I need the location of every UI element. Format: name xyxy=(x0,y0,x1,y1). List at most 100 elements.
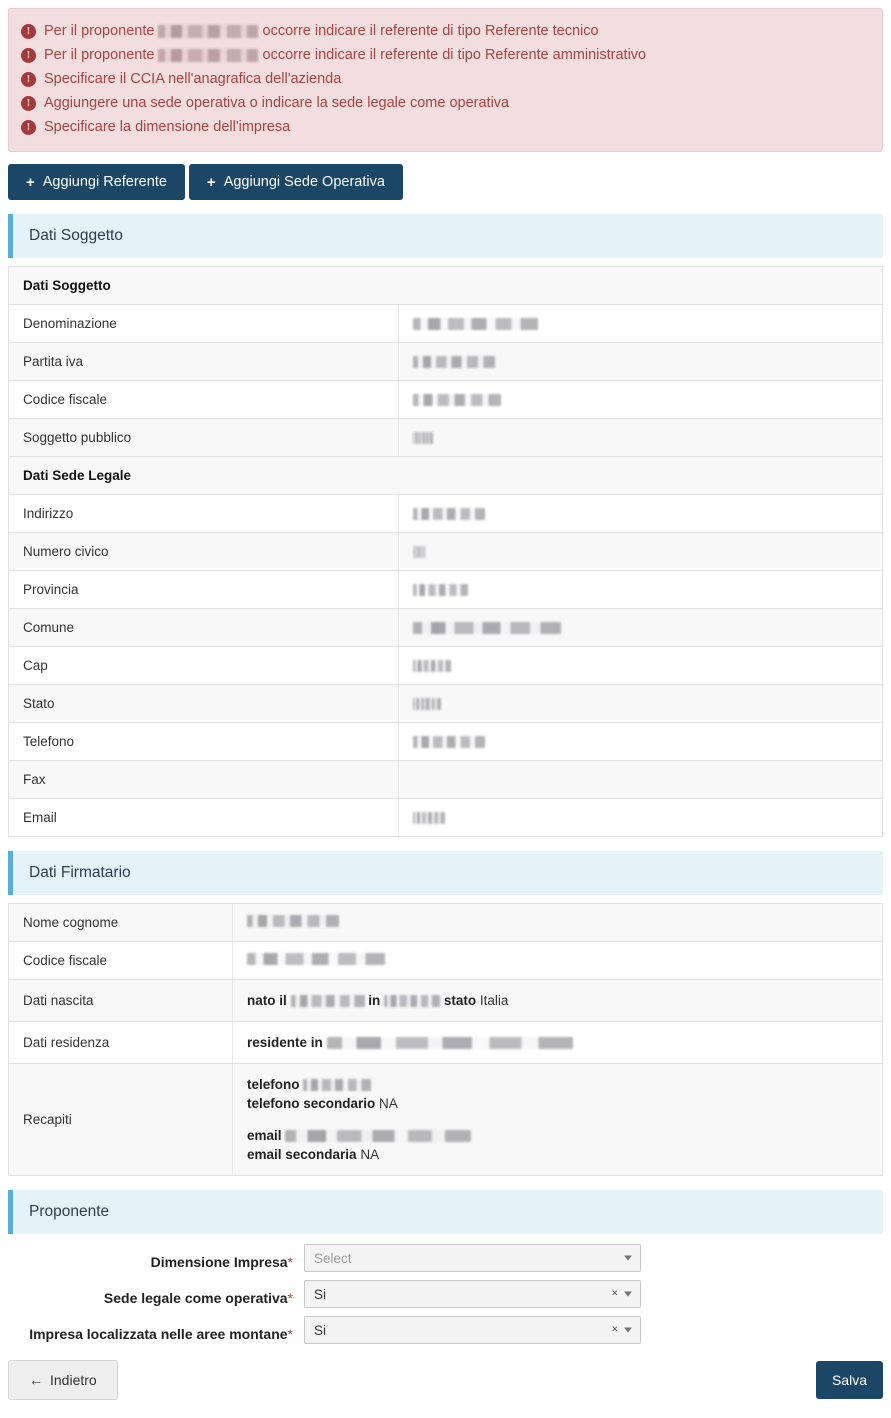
add-referente-label: Aggiungi Referente xyxy=(42,174,167,190)
table-row: Fax xyxy=(9,761,882,799)
kv-key: telefono xyxy=(247,1077,300,1092)
redacted-value xyxy=(413,583,468,596)
chevron-down-icon xyxy=(624,1327,632,1333)
redacted-phone xyxy=(303,1079,372,1092)
save-button-label: Salva xyxy=(831,1372,867,1388)
table-row: Soggetto pubblico xyxy=(9,419,882,457)
kv-key: telefono secondario xyxy=(247,1096,376,1111)
action-toolbar: + Aggiungi Referente + Aggiungi Sede Ope… xyxy=(8,164,883,200)
section-header-dati-firmatario: Dati Firmatario xyxy=(8,851,883,895)
sede-legale-come-operativa-select[interactable]: Si × xyxy=(304,1280,641,1308)
add-sede-operativa-button[interactable]: + Aggiungi Sede Operativa xyxy=(188,164,403,200)
alert-text: Specificare la dimensione dell'impresa xyxy=(44,119,291,135)
section-title: Dati Firmatario xyxy=(29,864,131,881)
alert-text-before: Per il proponente xyxy=(44,47,155,63)
plus-icon: + xyxy=(206,173,216,191)
alert-text-before: Per il proponente xyxy=(44,23,155,39)
table-row: Codice fiscale xyxy=(9,381,882,419)
dimensione-impresa-select[interactable]: Select xyxy=(304,1244,641,1272)
row-value xyxy=(399,419,882,456)
row-value xyxy=(399,609,882,646)
validation-message: ! Per il proponente occorre indicare il … xyxy=(21,43,870,67)
kv-key: email secondaria xyxy=(247,1147,357,1162)
alert-text: Specificare il CCIA nell'anagrafica dell… xyxy=(44,71,342,87)
clear-icon[interactable]: × xyxy=(612,1288,618,1300)
validation-message: ! Per il proponente occorre indicare il … xyxy=(21,19,870,43)
save-button[interactable]: Salva xyxy=(815,1361,883,1399)
table-group-heading: Dati Sede Legale xyxy=(9,457,882,495)
clear-icon[interactable]: × xyxy=(612,1324,618,1336)
table-row: Email xyxy=(9,799,882,837)
table-row: Provincia xyxy=(9,571,882,609)
table-row: Telefono xyxy=(9,723,882,761)
form-row-sede-legale-come-operativa: Sede legale come operativa* Si × xyxy=(8,1280,883,1308)
recapiti-telefono-secondario: telefono secondario NA xyxy=(247,1094,398,1113)
row-label: Codice fiscale xyxy=(9,381,399,418)
table-row: Comune xyxy=(9,609,882,647)
row-value xyxy=(399,761,882,798)
dati-residenza-value: residente in xyxy=(247,1033,573,1052)
field-label: Sede legale come operativa* xyxy=(103,1290,293,1306)
add-referente-button[interactable]: + Aggiungi Referente xyxy=(8,164,185,200)
validation-message: ! Specificare il CCIA nell'anagrafica de… xyxy=(21,67,870,91)
redacted-birth-date xyxy=(290,995,365,1008)
validation-message: ! Specificare la dimensione dell'impresa xyxy=(21,115,870,139)
kv-key: residente in xyxy=(247,1035,323,1050)
redacted-proponente-name xyxy=(158,24,259,38)
redacted-value xyxy=(413,621,561,634)
row-label: Comune xyxy=(9,609,399,646)
back-button-label: Indietro xyxy=(50,1372,97,1388)
exclamation-circle-icon: ! xyxy=(21,72,36,87)
arrow-left-icon: ← xyxy=(29,1372,43,1388)
table-row: Stato xyxy=(9,685,882,723)
redacted-value xyxy=(413,431,433,444)
kv-value: NA xyxy=(379,1096,398,1111)
row-label: Telefono xyxy=(9,723,399,760)
row-value xyxy=(399,533,882,570)
row-value xyxy=(399,685,882,722)
row-label: Stato xyxy=(9,685,399,722)
row-label: Fax xyxy=(9,761,399,798)
back-button[interactable]: ← Indietro xyxy=(8,1360,118,1400)
required-asterisk: * xyxy=(287,1326,293,1342)
redacted-value xyxy=(413,317,538,330)
row-label: Numero civico xyxy=(9,533,399,570)
kv-key: stato xyxy=(443,993,477,1008)
redacted-value xyxy=(413,735,485,748)
redacted-birth-place xyxy=(384,995,441,1008)
section-header-dati-soggetto: Dati Soggetto xyxy=(8,214,883,258)
kv-key: in xyxy=(368,993,381,1008)
table-row: Cap xyxy=(9,647,882,685)
alert-text: Aggiungere una sede operativa o indicare… xyxy=(44,95,510,111)
table-row: Dati nascita nato il in stato Italia xyxy=(9,980,882,1022)
table-row: Numero civico xyxy=(9,533,882,571)
table-row: Recapiti telefono telefono secondario NA… xyxy=(9,1064,882,1176)
row-value: residente in xyxy=(233,1022,882,1063)
row-label: Dati residenza xyxy=(9,1022,233,1063)
row-label: Cap xyxy=(9,647,399,684)
redacted-value xyxy=(413,545,425,558)
group-heading-label: Dati Soggetto xyxy=(23,278,111,293)
redacted-value xyxy=(413,355,495,368)
redacted-email xyxy=(285,1130,472,1143)
select-value: Si xyxy=(314,1286,327,1302)
row-value xyxy=(399,305,882,342)
redacted-value xyxy=(247,953,385,965)
row-value xyxy=(399,647,882,684)
row-value xyxy=(399,381,882,418)
row-value xyxy=(233,942,882,979)
add-sede-operativa-label: Aggiungi Sede Operativa xyxy=(223,174,385,190)
select-placeholder: Select xyxy=(314,1250,352,1266)
row-label: Nome cognome xyxy=(9,904,233,941)
kv-key: nato il xyxy=(247,993,287,1008)
row-value xyxy=(399,799,882,836)
redacted-residence-address xyxy=(326,1037,573,1050)
dati-firmatario-table: Nome cognome Codice fiscale Dati nascita… xyxy=(8,903,883,1176)
required-asterisk: * xyxy=(287,1290,293,1306)
impresa-aree-montane-select[interactable]: Si × xyxy=(304,1316,641,1344)
row-value xyxy=(399,723,882,760)
kv-value: NA xyxy=(360,1147,380,1162)
redacted-value xyxy=(413,393,501,406)
row-label: Partita iva xyxy=(9,343,399,380)
row-label: Denominazione xyxy=(9,305,399,342)
